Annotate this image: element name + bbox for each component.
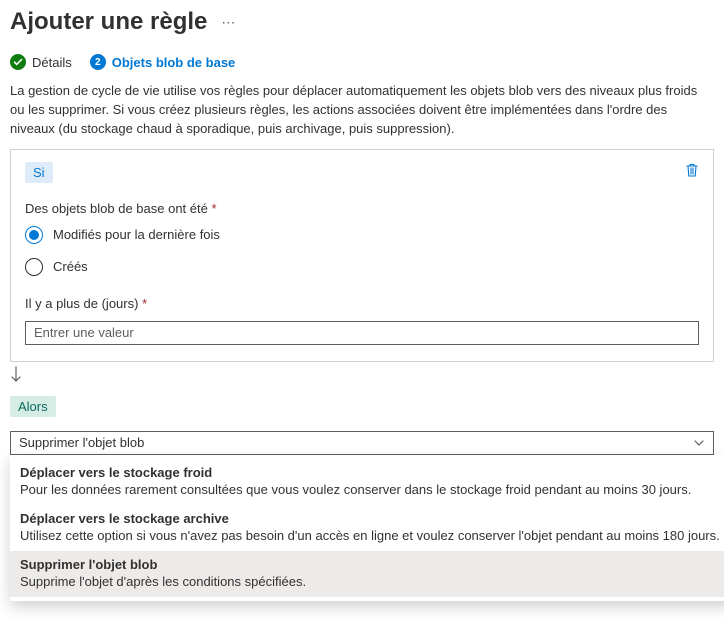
step-base-blobs-label: Objets blob de base [112,55,236,70]
radio-created[interactable]: Créés [25,258,699,276]
step-details-label: Détails [32,55,72,70]
radio-icon [25,258,43,276]
dropdown-option[interactable]: Supprimer l'objet blob Supprime l'objet d… [10,551,724,597]
radio-icon [25,226,43,244]
radio-modified[interactable]: Modifiés pour la dernière fois [25,226,699,244]
base-blobs-label: Des objets blob de base ont été * [25,201,699,216]
then-tag: Alors [10,396,56,417]
dropdown-option-title: Déplacer vers le stockage archive [20,511,724,526]
action-dropdown: Déplacer vers le stockage froid Pour les … [10,455,724,601]
step-tabs: Détails 2 Objets blob de base [10,54,714,70]
days-input[interactable] [25,321,699,345]
step-base-blobs[interactable]: 2 Objets blob de base [90,54,236,70]
action-select-value: Supprimer l'objet blob [19,435,144,450]
radio-modified-label: Modifiés pour la dernière fois [53,227,220,242]
days-label: Il y a plus de (jours) * [25,296,699,311]
action-select[interactable]: Supprimer l'objet blob [10,431,714,455]
then-panel: Alors Supprimer l'objet blob Déplacer ve… [10,386,714,455]
step-number-icon: 2 [90,54,106,70]
dropdown-option[interactable]: Déplacer vers le stockage froid Pour les … [10,459,724,505]
more-icon[interactable]: ⋯ [221,14,235,31]
dropdown-option-desc: Pour les données rarement consultées que… [20,482,724,497]
dropdown-option-desc: Supprime l'objet d'après les conditions … [20,574,724,589]
dropdown-option-title: Déplacer vers le stockage froid [20,465,724,480]
radio-created-label: Créés [53,259,88,274]
step-details[interactable]: Détails [10,54,72,70]
condition-radio-group: Modifiés pour la dernière fois Créés [25,226,699,276]
dropdown-option-desc: Utilisez cette option si vous n'avez pas… [20,528,724,543]
chevron-down-icon [693,437,705,449]
dropdown-option[interactable]: Déplacer vers le stockage archive Utilise… [10,505,724,551]
description-text: La gestion de cycle de vie utilise vos r… [10,82,714,139]
check-circle-icon [10,54,26,70]
if-tag: Si [25,162,53,183]
page-title: Ajouter une règle [10,8,207,36]
arrow-down-icon [10,366,714,384]
delete-icon[interactable] [685,162,699,178]
if-panel: Si Des objets blob de base ont été * Mod… [10,149,714,362]
dropdown-option-title: Supprimer l'objet blob [20,557,724,572]
